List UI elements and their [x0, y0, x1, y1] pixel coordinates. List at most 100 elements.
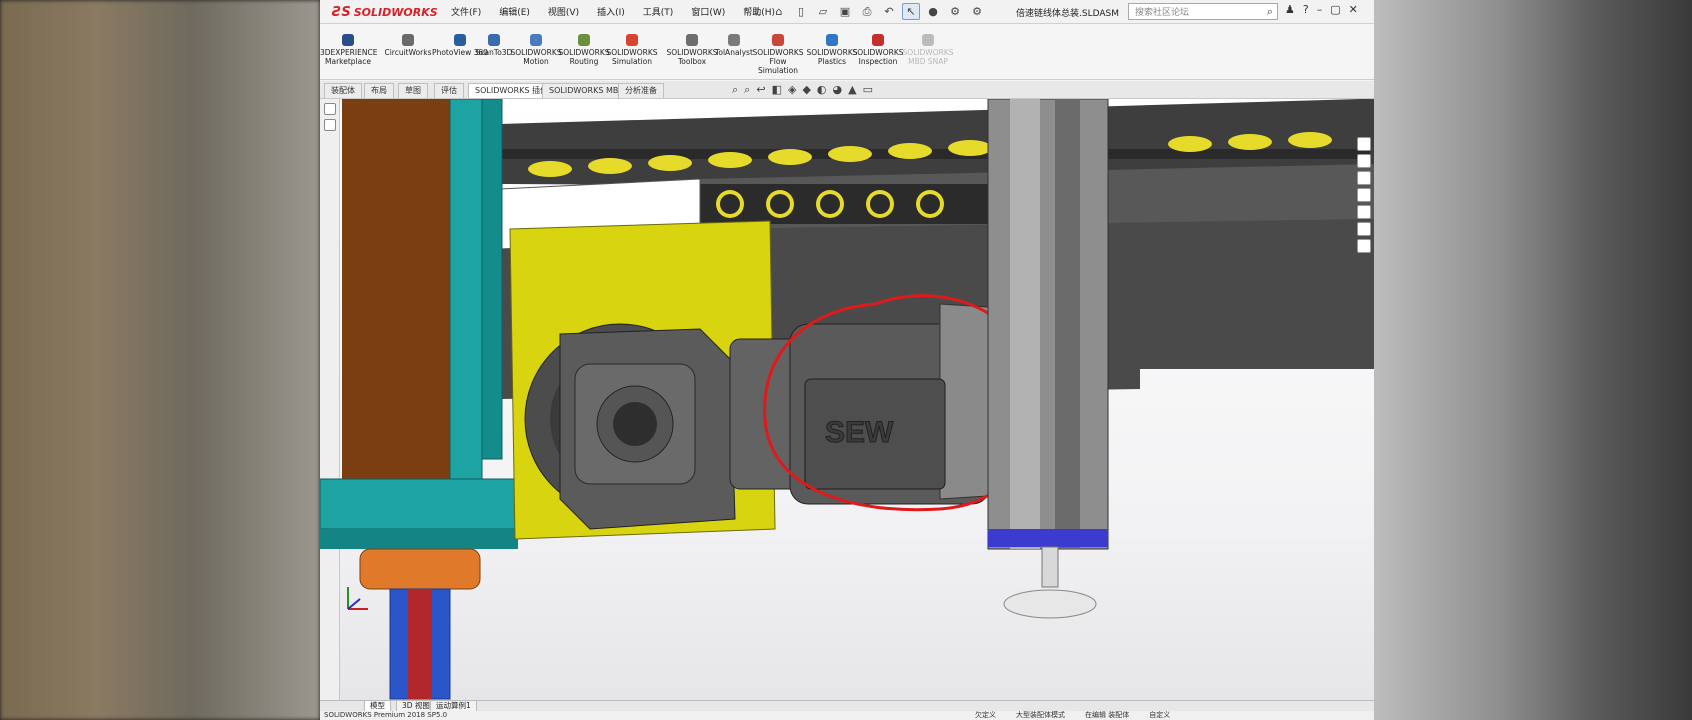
teal-frame-side	[481, 99, 503, 460]
cmd-label: SOLIDWORKS Routing	[558, 48, 610, 66]
file-explorer-icon[interactable]	[1357, 171, 1371, 185]
title-bar: ƧS SOLIDWORKS 文件(F) 编辑(E) 视图(V) 插入(I) 工具(…	[320, 0, 1374, 24]
column-face-dark	[1055, 99, 1080, 549]
background-left	[0, 0, 320, 720]
appearance-icon[interactable]: ◕	[833, 83, 843, 97]
cmd-circuitworks[interactable]: CircuitWorks	[380, 34, 436, 57]
status-item: 欠定义	[975, 711, 996, 719]
traffic-light-icon[interactable]: ●	[924, 3, 942, 20]
addin-icon	[922, 34, 934, 46]
undo-icon[interactable]: ↶	[880, 3, 898, 20]
home-icon[interactable]: ⌂	[770, 3, 788, 20]
menu-file[interactable]: 文件(F)	[442, 5, 490, 18]
addin-icon	[342, 34, 354, 46]
help-icon[interactable]: ?	[1303, 3, 1309, 16]
cmd-label: SOLIDWORKS Inspection	[852, 48, 904, 66]
addin-icon	[488, 34, 500, 46]
menu-edit[interactable]: 编辑(E)	[490, 5, 539, 18]
options-gear-icon[interactable]: ⚙	[968, 3, 986, 20]
hide-show-icon[interactable]: ◐	[817, 83, 827, 97]
search-icon[interactable]: ⌕	[1267, 5, 1273, 19]
menu-tools[interactable]: 工具(T)	[634, 5, 683, 18]
section-view-icon[interactable]: ◧	[772, 83, 782, 97]
task-pane-tabs	[1357, 137, 1374, 256]
display-settings-icon[interactable]: ▭	[863, 83, 873, 97]
status-item: 大型装配体模式	[1016, 711, 1065, 719]
solidworks-resources-icon[interactable]	[1357, 137, 1371, 151]
status-bar: SOLIDWORKS Premium 2018 SP5.0 欠定义 大型装配体模式…	[320, 711, 1374, 720]
status-right: 欠定义 大型装配体模式 在编辑 装配体 自定义	[975, 711, 1170, 720]
view-orientation-icon[interactable]: ◈	[788, 83, 796, 97]
zoom-area-icon[interactable]: ⌕	[744, 83, 750, 97]
search-input[interactable]: 搜索社区论坛 ⌕	[1128, 3, 1278, 20]
cmd-label: SOLIDWORKS MBD SNAP	[902, 48, 954, 66]
previous-view-icon[interactable]: ↩	[756, 83, 765, 97]
zoom-to-fit-icon[interactable]: ⌕	[732, 83, 738, 97]
cmd-solidworks-flow-simulation[interactable]: SOLIDWORKS Flow Simulation	[750, 34, 806, 75]
search-placeholder: 搜索社区论坛	[1135, 8, 1190, 18]
minimize-icon[interactable]: –	[1317, 3, 1323, 16]
addin-icon	[772, 34, 784, 46]
open-folder-icon[interactable]: ▱	[814, 3, 832, 20]
status-item: 自定义	[1149, 711, 1171, 719]
solidworks-forum-icon[interactable]	[1357, 239, 1371, 253]
axis-triad	[347, 587, 368, 610]
cmd-solidworks-inspection[interactable]: SOLIDWORKS Inspection	[850, 34, 906, 66]
tab-6[interactable]: 分析准备	[618, 83, 664, 98]
cmd-label: SOLIDWORKS Simulation	[606, 48, 658, 66]
cmd-solidworks-simulation[interactable]: SOLIDWORKS Simulation	[604, 34, 660, 66]
tab-0[interactable]: 装配体	[324, 83, 362, 98]
orange-caster-bracket	[359, 548, 481, 590]
new-document-icon[interactable]: ▯	[792, 3, 810, 20]
rebuild-icon[interactable]: ⚙	[946, 3, 964, 20]
teal-frame-bottom-edge	[320, 529, 518, 549]
column-foot-plate	[988, 529, 1108, 547]
cmd-3dexperience-marketplace[interactable]: 3DEXPERIENCE Marketplace	[320, 34, 377, 66]
user-icon[interactable]: ♟	[1285, 3, 1295, 16]
sew-brand-text: SEW	[825, 416, 894, 449]
addin-icon	[872, 34, 884, 46]
tab-3[interactable]: 评估	[434, 83, 464, 98]
scene-icon[interactable]: ▲	[848, 83, 856, 97]
document-title: 倍速链线体总装.SLDASM	[1016, 9, 1119, 19]
status-product: SOLIDWORKS Premium 2018 SP5.0	[324, 711, 448, 719]
custom-properties-icon[interactable]	[1357, 222, 1371, 236]
menu-window[interactable]: 窗口(W)	[682, 5, 734, 18]
gearbox-bore	[613, 402, 657, 446]
select-pointer-icon[interactable]: ↖	[902, 3, 920, 20]
cmd-label: SOLIDWORKS Flow Simulation	[752, 48, 804, 75]
menu-insert[interactable]: 插入(I)	[588, 5, 634, 18]
addin-icon	[454, 34, 466, 46]
print-icon[interactable]: ⎙	[858, 3, 876, 20]
teal-frame-vertical	[449, 99, 483, 480]
restore-icon[interactable]: ▢	[1330, 3, 1340, 16]
graphics-viewport[interactable]: SEW	[320, 99, 1374, 700]
red-caster-hub	[408, 589, 432, 699]
cmd-label: SOLIDWORKS Motion	[510, 48, 562, 66]
pin-icon[interactable]: ⊥	[748, 3, 766, 20]
heads-up-view-toolbar: ⌕ ⌕ ↩ ◧ ◈ ◆ ◐ ◕ ▲ ▭	[732, 83, 873, 97]
cmd-label: CircuitWorks	[384, 48, 432, 57]
view-palette-icon[interactable]	[1357, 188, 1371, 202]
tab-2[interactable]: 草图	[398, 83, 428, 98]
cmd-label: ScanTo3D	[475, 48, 513, 57]
tab-1[interactable]: 布局	[364, 83, 394, 98]
aluminum-column	[987, 99, 1109, 550]
design-library-icon[interactable]	[1357, 154, 1371, 168]
quick-access-toolbar: ⊥ ⌂ ▯ ▱ ▣ ⎙ ↶ ↖ ● ⚙ ⚙	[748, 3, 986, 20]
display-style-icon[interactable]: ◆	[802, 83, 810, 97]
command-manager: 3DEXPERIENCE Marketplace CircuitWorks Phot…	[320, 24, 1374, 80]
assembly-model-render: SEW	[320, 99, 1374, 700]
addin-icon	[578, 34, 590, 46]
teal-frame-bottom	[320, 478, 519, 530]
command-manager-tabs: ⌕ ⌕ ↩ ◧ ◈ ◆ ◐ ◕ ▲ ▭ 装配体 布局 草图 评估 SOLIDWORKS …	[320, 81, 1374, 99]
appearances-icon[interactable]	[1357, 205, 1371, 219]
solidworks-window: ƧS SOLIDWORKS 文件(F) 编辑(E) 视图(V) 插入(I) 工具(…	[320, 0, 1374, 720]
cmd-solidworks-mbd-snap[interactable]: SOLIDWORKS MBD SNAP	[900, 34, 956, 66]
addin-icon	[728, 34, 740, 46]
window-controls: ♟ ? – ▢ ✕	[1285, 3, 1358, 16]
menu-view[interactable]: 视图(V)	[539, 5, 588, 18]
save-icon[interactable]: ▣	[836, 3, 854, 20]
addin-icon	[530, 34, 542, 46]
close-icon[interactable]: ✕	[1349, 3, 1358, 16]
